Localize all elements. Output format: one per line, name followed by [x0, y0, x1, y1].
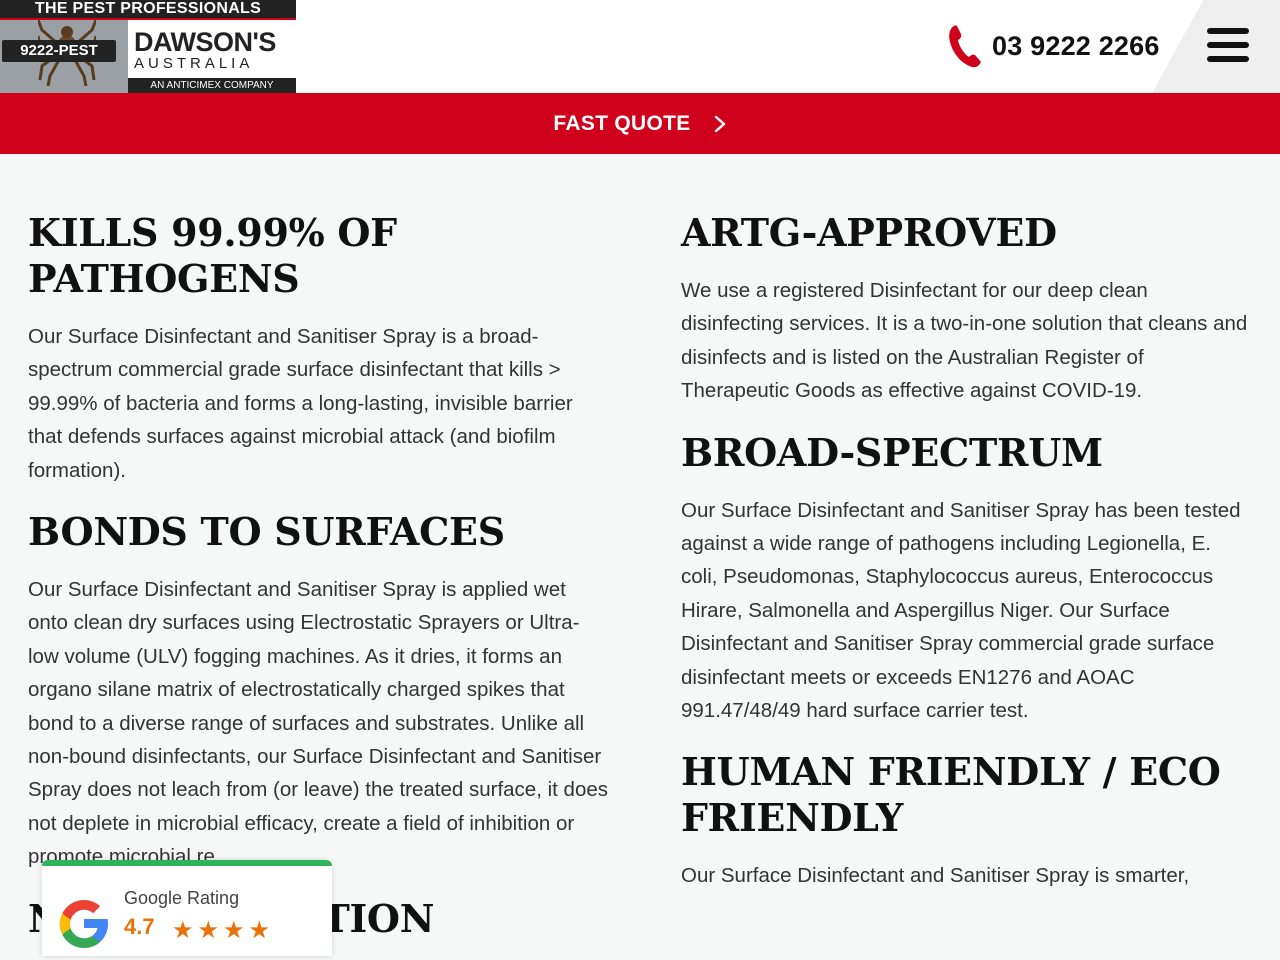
logo-brand-name: DAWSON'S [134, 27, 276, 57]
google-g-icon [59, 900, 108, 948]
right-column: ARTG-APPROVED We use a registered Disinf… [681, 210, 1251, 915]
section-broad-spectrum: BROAD-SPECTRUM Our Surface Disinfectant … [681, 430, 1251, 728]
chevron-right-icon [714, 115, 725, 132]
section-heading: BONDS TO SURFACES [28, 509, 505, 555]
star-icon: ★★★★ [172, 917, 275, 944]
section-body: Our Surface Disinfectant and Sanitiser S… [681, 498, 1241, 723]
logo-country: AUSTRALIA [134, 55, 254, 72]
phone-number: 03 9222 2266 [992, 30, 1160, 61]
phone-link[interactable]: 03 9222 2266 [948, 24, 1160, 68]
logo-phone-badge: 9222-PEST [2, 40, 116, 62]
fast-quote-label: FAST QUOTE [553, 111, 691, 135]
google-rating-score: 4.7 [124, 914, 155, 939]
section-body: We use a registered Disinfectant for our… [681, 279, 1248, 403]
google-rating-badge[interactable]: Google Rating 4.7 ★★★★ [42, 860, 332, 956]
section-heading: HUMAN FRIENDLY / ECO FRIENDLY [681, 749, 1221, 841]
dawsons-logo[interactable]: THE PEST PROFESSIONALS 9222-PEST DAWSON'… [0, 0, 296, 93]
phone-icon [949, 25, 981, 68]
left-column: KILLS 99.99% OF PATHOGENS Our Surface Di… [28, 210, 608, 960]
logo-tagline: THE PEST PROFESSIONALS [0, 0, 296, 20]
logo-subtitle: AN ANTICIMEX COMPANY [128, 78, 296, 93]
section-body: Our Surface Disinfectant and Sanitiser S… [28, 578, 608, 869]
section-heading: BROAD-SPECTRUM [681, 429, 1103, 475]
section-artg-approved: ARTG-APPROVED We use a registered Disinf… [681, 210, 1251, 408]
site-header: THE PEST PROFESSIONALS 9222-PEST DAWSON'… [0, 0, 1280, 93]
section-heading: ARTG-APPROVED [681, 210, 1057, 255]
section-kills-pathogens: KILLS 99.99% OF PATHOGENS Our Surface Di… [28, 210, 608, 487]
section-heading: KILLS 99.99% OF PATHOGENS [28, 210, 397, 301]
section-bonds-to-surfaces: BONDS TO SURFACES Our Surface Disinfecta… [28, 509, 608, 874]
section-body: Our Surface Disinfectant and Sanitiser S… [28, 325, 573, 482]
section-human-eco-friendly: HUMAN FRIENDLY / ECO FRIENDLY Our Surfac… [681, 749, 1251, 892]
google-rating-title: Google Rating [124, 888, 240, 908]
section-body: Our Surface Disinfectant and Sanitiser S… [681, 864, 1190, 888]
hamburger-menu-icon[interactable] [1207, 28, 1249, 62]
fast-quote-button[interactable]: FAST QUOTE [0, 93, 1280, 154]
